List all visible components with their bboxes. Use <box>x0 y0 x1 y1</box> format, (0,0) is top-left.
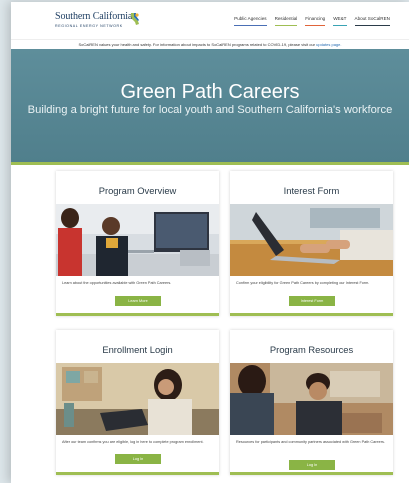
nav-label: WE&T <box>333 16 347 21</box>
nav-public-agencies[interactable]: Public Agencies <box>234 16 267 26</box>
interest-form-button[interactable]: Interest Form <box>289 296 335 306</box>
nav-residential[interactable]: Residential <box>274 16 298 26</box>
nav-label: Residential <box>274 16 298 21</box>
nav-underline <box>333 25 347 26</box>
card-enrollment-login: Enrollment Login After our team confirms… <box>56 330 219 475</box>
nav-wet[interactable]: WE&T <box>333 16 347 26</box>
site-header: Southern California REGIONAL ENERGY NETW… <box>11 2 409 36</box>
program-overview-photo <box>56 204 219 276</box>
program-resources-button[interactable]: Log In <box>289 460 335 470</box>
card-description: Confirm your eligibility for Green Path … <box>236 281 370 285</box>
program-resources-photo <box>230 363 393 435</box>
card-description: Resources for participants and community… <box>236 440 385 444</box>
site-logo[interactable]: Southern California REGIONAL ENERGY NETW… <box>55 11 145 33</box>
page: Southern California REGIONAL ENERGY NETW… <box>11 2 409 483</box>
enrollment-login-photo <box>56 363 219 435</box>
nav-label: Public Agencies <box>234 16 267 21</box>
nav-financing[interactable]: Financing <box>305 16 326 26</box>
card-description: After our team confirms you are eligible… <box>62 440 204 444</box>
hero-subtitle: Building a bright future for local youth… <box>27 104 393 116</box>
card-title: Interest Form <box>283 185 340 196</box>
learn-more-button[interactable]: Learn More <box>115 296 161 306</box>
logo-tagline: REGIONAL ENERGY NETWORK <box>55 24 123 28</box>
nav-underline <box>274 25 298 26</box>
hero-section: Green Path Careers Building a bright fut… <box>11 49 409 165</box>
nav-underline <box>354 25 390 26</box>
banner-text: SoCalREN values your health and safety. … <box>78 42 315 47</box>
card-title: Program Resources <box>269 344 354 355</box>
card-program-overview: Program Overview Learn about the opportu… <box>56 171 219 316</box>
nav-underline <box>234 25 267 26</box>
nav-about[interactable]: About SoCalREN <box>354 16 391 26</box>
card-title: Program Overview <box>98 185 177 196</box>
interest-form-photo <box>230 204 393 276</box>
hero-title: Green Path Careers <box>120 81 300 103</box>
card-description: Learn about the opportunities available … <box>62 281 172 285</box>
nav-label: About SoCalREN <box>354 16 391 21</box>
banner-link[interactable]: updates page. <box>316 42 341 47</box>
card-program-resources: Program Resources Resources for particip… <box>230 330 393 475</box>
card-interest-form: Interest Form Confirm your eligibility f… <box>230 171 393 316</box>
main-nav: Public Agencies Residential Financing WE… <box>234 16 391 26</box>
card-title: Enrollment Login <box>102 344 173 355</box>
california-logo-icon <box>131 13 139 25</box>
enrollment-login-button[interactable]: Log In <box>115 454 161 464</box>
nav-underline <box>305 25 326 26</box>
browser-viewport: Southern California REGIONAL ENERGY NETW… <box>0 0 409 483</box>
nav-label: Financing <box>305 16 326 21</box>
logo-name: Southern California <box>55 11 133 22</box>
